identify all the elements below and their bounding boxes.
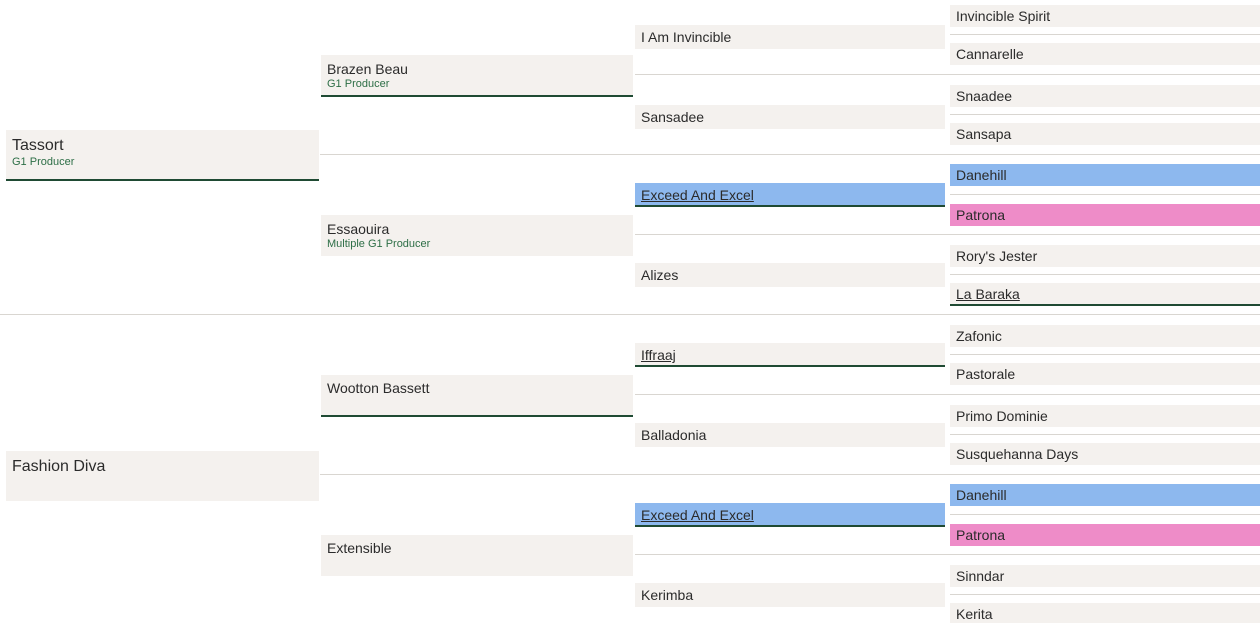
separator-line <box>950 514 1260 515</box>
horse-cell-dam-dam[interactable]: Extensible <box>321 535 633 576</box>
separator-line <box>950 434 1260 435</box>
horse-cell-gen3[interactable]: I Am Invincible <box>635 25 945 49</box>
horse-name[interactable]: Invincible Spirit <box>956 8 1254 25</box>
horse-note: G1 Producer <box>12 156 75 168</box>
horse-cell-gen4[interactable]: La Baraka <box>950 283 1260 306</box>
horse-cell-gen3[interactable]: Alizes <box>635 263 945 287</box>
horse-name[interactable]: Patrona <box>956 527 1254 544</box>
horse-cell-gen3-highlight[interactable]: Exceed And Excel <box>635 183 945 207</box>
horse-name[interactable]: Fashion Diva <box>12 457 313 477</box>
separator-line <box>950 114 1260 115</box>
horse-name[interactable]: Susquehanna Days <box>956 446 1254 463</box>
separator-line <box>320 474 1260 475</box>
horse-cell-gen4[interactable]: Snaadee <box>950 85 1260 107</box>
horse-name[interactable]: Sinndar <box>956 568 1254 585</box>
separator-line <box>320 154 1260 155</box>
horse-cell-gen3[interactable]: Iffraaj <box>635 343 945 367</box>
horse-cell-gen4[interactable]: Kerita <box>950 603 1260 623</box>
horse-name[interactable]: Iffraaj <box>641 347 939 364</box>
horse-cell-sire-sire[interactable]: Brazen Beau G1 Producer <box>321 55 633 97</box>
horse-name[interactable]: Cannarelle <box>956 46 1254 63</box>
pedigree-chart: Tassort G1 Producer Fashion Diva Brazen … <box>0 0 1260 623</box>
separator-line <box>0 314 1260 315</box>
horse-name[interactable]: Zafonic <box>956 328 1254 345</box>
separator-line <box>635 554 1260 555</box>
horse-cell-gen3-highlight[interactable]: Exceed And Excel <box>635 503 945 527</box>
horse-cell-gen4[interactable]: Rory's Jester <box>950 245 1260 267</box>
horse-name[interactable]: Wootton Bassett <box>327 380 627 397</box>
horse-note: Multiple G1 Producer <box>327 238 431 250</box>
separator-line <box>950 594 1260 595</box>
horse-cell-sire[interactable]: Tassort G1 Producer <box>6 130 319 181</box>
horse-cell-gen4[interactable]: Cannarelle <box>950 43 1260 65</box>
horse-cell-gen4[interactable]: Primo Dominie <box>950 405 1260 427</box>
horse-name[interactable]: Tassort <box>12 136 313 156</box>
horse-name[interactable]: Patrona <box>956 207 1254 224</box>
horse-cell-gen4[interactable]: Zafonic <box>950 325 1260 347</box>
horse-name[interactable]: Brazen Beau <box>327 61 627 78</box>
horse-cell-gen4-highlight[interactable]: Patrona <box>950 204 1260 226</box>
horse-name[interactable]: Rory's Jester <box>956 248 1254 265</box>
horse-name[interactable]: Sansapa <box>956 126 1254 143</box>
horse-cell-gen4[interactable]: Susquehanna Days <box>950 443 1260 465</box>
horse-cell-gen4-highlight[interactable]: Patrona <box>950 524 1260 546</box>
horse-name[interactable]: Kerimba <box>641 587 939 604</box>
horse-name[interactable]: Essaouira <box>327 221 627 238</box>
horse-cell-gen4[interactable]: Sansapa <box>950 123 1260 145</box>
horse-cell-gen3[interactable]: Sansadee <box>635 105 945 129</box>
horse-name[interactable]: Extensible <box>327 540 627 557</box>
horse-cell-gen4-highlight[interactable]: Danehill <box>950 484 1260 506</box>
horse-cell-gen4[interactable]: Pastorale <box>950 363 1260 385</box>
horse-name[interactable]: Danehill <box>956 487 1254 504</box>
horse-name[interactable]: Exceed And Excel <box>641 187 939 204</box>
horse-name[interactable]: Sansadee <box>641 109 939 126</box>
separator-line <box>635 234 1260 235</box>
horse-note: G1 Producer <box>327 78 390 90</box>
horse-name[interactable]: Alizes <box>641 267 939 284</box>
horse-name[interactable]: Snaadee <box>956 88 1254 105</box>
horse-cell-gen3[interactable]: Kerimba <box>635 583 945 607</box>
horse-name[interactable]: Danehill <box>956 167 1254 184</box>
separator-line <box>950 354 1260 355</box>
separator-line <box>635 394 1260 395</box>
horse-name[interactable]: La Baraka <box>956 286 1254 303</box>
horse-cell-sire-dam[interactable]: Essaouira Multiple G1 Producer <box>321 215 633 256</box>
separator-line <box>950 274 1260 275</box>
horse-cell-gen4-highlight[interactable]: Danehill <box>950 164 1260 186</box>
horse-name[interactable]: Kerita <box>956 606 1254 623</box>
separator-line <box>950 194 1260 195</box>
horse-cell-gen3[interactable]: Balladonia <box>635 423 945 447</box>
separator-line <box>635 74 1260 75</box>
horse-cell-dam[interactable]: Fashion Diva <box>6 451 319 501</box>
horse-cell-gen4[interactable]: Sinndar <box>950 565 1260 587</box>
horse-name[interactable]: Primo Dominie <box>956 408 1254 425</box>
horse-cell-gen4[interactable]: Invincible Spirit <box>950 5 1260 27</box>
horse-name[interactable]: Pastorale <box>956 366 1254 383</box>
separator-line <box>950 34 1260 35</box>
horse-name[interactable]: Balladonia <box>641 427 939 444</box>
horse-cell-dam-sire[interactable]: Wootton Bassett <box>321 375 633 417</box>
horse-name[interactable]: Exceed And Excel <box>641 507 939 524</box>
horse-name[interactable]: I Am Invincible <box>641 29 939 46</box>
